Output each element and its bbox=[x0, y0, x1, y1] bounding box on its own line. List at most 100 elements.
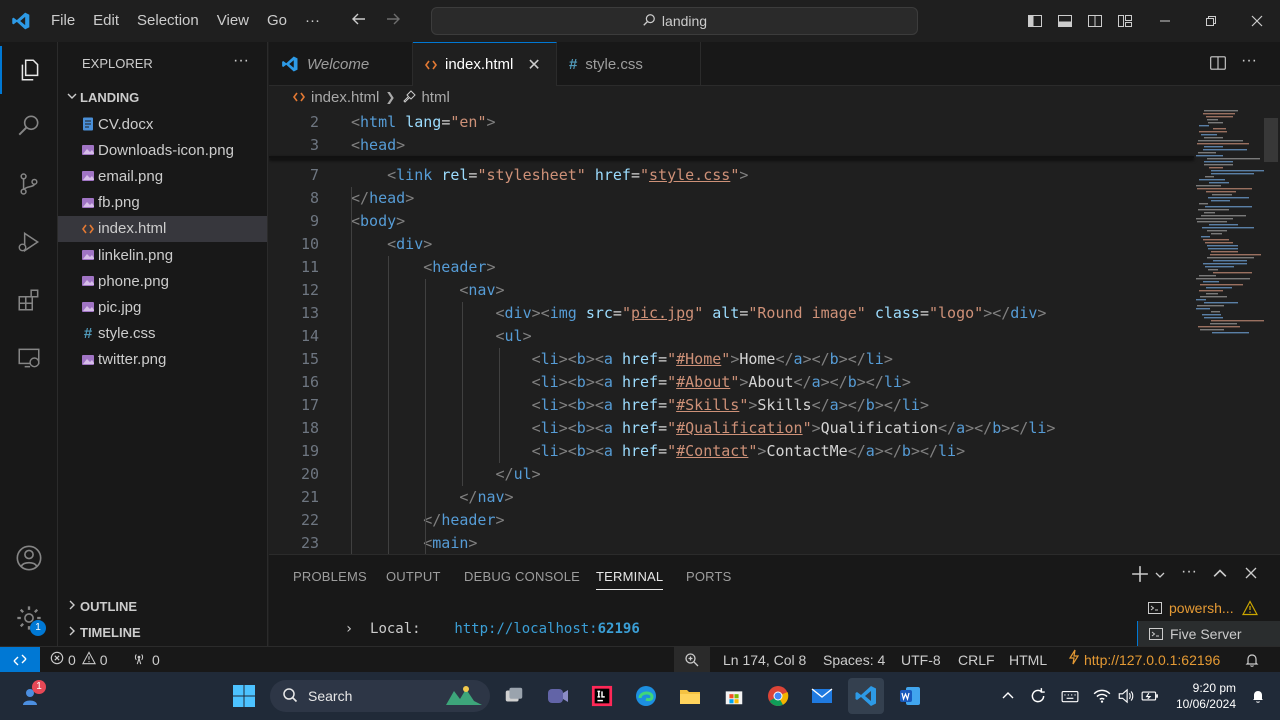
maximize-panel-icon[interactable] bbox=[1213, 567, 1227, 584]
remote-explorer-icon[interactable] bbox=[0, 334, 58, 382]
mail-icon[interactable] bbox=[804, 678, 840, 714]
vertical-scrollbar[interactable] bbox=[1264, 118, 1278, 162]
chrome-icon[interactable] bbox=[760, 678, 796, 714]
intellij-icon[interactable] bbox=[584, 678, 620, 714]
customize-layout-icon[interactable] bbox=[1110, 6, 1140, 36]
indentation[interactable]: Spaces: 4 bbox=[823, 647, 885, 673]
command-center-search[interactable]: landing bbox=[431, 7, 918, 35]
edge-browser-icon[interactable] bbox=[628, 678, 664, 714]
encoding[interactable]: UTF-8 bbox=[901, 647, 941, 673]
file-item[interactable]: email.png bbox=[58, 163, 267, 189]
code-line[interactable]: 7 <link rel="stylesheet" href="style.css… bbox=[269, 164, 1194, 187]
code-line[interactable]: 18 <li><b><a href="#Qualification">Quali… bbox=[269, 417, 1194, 440]
terminal-instance-five-server[interactable]: Five Server bbox=[1137, 621, 1280, 646]
breadcrumb-element[interactable]: html bbox=[421, 89, 449, 106]
word-icon[interactable] bbox=[892, 678, 928, 714]
system-clock[interactable]: 9:20 pm 10/06/2024 bbox=[1176, 680, 1236, 712]
timeline-section[interactable]: TIMELINE bbox=[58, 620, 268, 644]
code-line[interactable]: 2 <html lang="en"> bbox=[269, 111, 1194, 134]
panel-tab-problems[interactable]: PROBLEMS bbox=[293, 569, 367, 584]
file-item[interactable]: phone.png bbox=[58, 268, 267, 294]
panel-tab-ports[interactable]: PORTS bbox=[686, 569, 732, 584]
panel-tab-output[interactable]: OUTPUT bbox=[386, 569, 441, 584]
code-editor[interactable]: 2 <html lang="en"> 3 <head> 7 <link rel="sty… bbox=[269, 108, 1280, 554]
file-item[interactable]: pic.jpg bbox=[58, 294, 267, 320]
problems-status[interactable]: 0 0 bbox=[50, 647, 108, 673]
run-debug-icon[interactable] bbox=[0, 218, 58, 266]
line-ending[interactable]: CRLF bbox=[958, 647, 995, 673]
panel-tab-terminal[interactable]: TERMINAL bbox=[596, 569, 664, 590]
zoom-icon[interactable] bbox=[674, 647, 710, 673]
explorer-icon[interactable] bbox=[0, 46, 58, 94]
file-item[interactable]: Downloads-icon.png bbox=[58, 137, 267, 163]
account-icon[interactable] bbox=[0, 534, 58, 582]
code-line[interactable]: 23 <main> bbox=[269, 532, 1194, 554]
close-window-icon[interactable] bbox=[1242, 6, 1272, 36]
code-line[interactable]: 8 </head> bbox=[269, 187, 1194, 210]
breadcrumb-file[interactable]: index.html bbox=[311, 89, 379, 106]
windows-start-icon[interactable] bbox=[226, 678, 262, 714]
menu-selection[interactable]: Selection bbox=[128, 0, 208, 42]
file-item[interactable]: twitter.png bbox=[58, 347, 267, 373]
sync-icon[interactable] bbox=[1020, 678, 1056, 714]
extensions-icon[interactable] bbox=[0, 276, 58, 324]
minimize-icon[interactable] bbox=[1150, 6, 1180, 36]
weather-widget-icon[interactable]: 1 bbox=[12, 678, 48, 714]
code-line[interactable]: 14 <ul> bbox=[269, 325, 1194, 348]
back-arrow-icon[interactable] bbox=[351, 11, 367, 32]
terminal-instance-powershell[interactable]: powersh... bbox=[1137, 595, 1280, 620]
vscode-taskbar-icon[interactable] bbox=[848, 678, 884, 714]
battery-icon[interactable] bbox=[1132, 678, 1168, 714]
code-line[interactable]: 11 <header> bbox=[269, 256, 1194, 279]
code-line[interactable]: 17 <li><b><a href="#Skills">Skills</a></… bbox=[269, 394, 1194, 417]
code-line[interactable]: 15 <li><b><a href="#Home">Home</a></b></… bbox=[269, 348, 1194, 371]
tab-index-html[interactable]: index.html ✕ bbox=[413, 42, 557, 86]
file-item[interactable]: CV.docx bbox=[58, 111, 267, 137]
five-server-status[interactable]: http://127.0.0.1:62196 bbox=[1068, 647, 1220, 673]
manage-gear-icon[interactable]: 1 bbox=[0, 594, 58, 642]
menu-file[interactable]: File bbox=[42, 0, 84, 42]
menu-more-button[interactable]: ··· bbox=[296, 0, 329, 42]
file-explorer-icon[interactable] bbox=[672, 678, 708, 714]
menu-edit[interactable]: Edit bbox=[84, 0, 128, 42]
notification-bell-icon[interactable] bbox=[1240, 678, 1276, 714]
panel-tab-debug-console[interactable]: DEBUG CONSOLE bbox=[464, 569, 580, 584]
taskbar-search[interactable]: Search bbox=[270, 680, 490, 712]
explorer-more-button[interactable]: ··· bbox=[233, 52, 249, 70]
search-icon[interactable] bbox=[0, 102, 58, 150]
task-view-icon[interactable] bbox=[496, 678, 532, 714]
code-line[interactable]: 9 <body> bbox=[269, 210, 1194, 233]
microsoft-store-icon[interactable] bbox=[716, 678, 752, 714]
code-line[interactable]: 16 <li><b><a href="#About">About</a></b>… bbox=[269, 371, 1194, 394]
new-terminal-plus-icon[interactable] bbox=[1131, 565, 1149, 586]
toggle-panel-icon[interactable] bbox=[1050, 6, 1080, 36]
tab-welcome[interactable]: Welcome bbox=[269, 42, 413, 86]
keyboard-icon[interactable] bbox=[1052, 678, 1088, 714]
code-line[interactable]: 13 <div><img src="pic.jpg" alt="Round im… bbox=[269, 302, 1194, 325]
folder-landing[interactable]: LANDING bbox=[58, 85, 268, 109]
split-editor-icon[interactable] bbox=[1209, 54, 1227, 75]
editor-more-button[interactable]: ··· bbox=[1241, 52, 1257, 70]
menu-go[interactable]: Go bbox=[258, 0, 296, 42]
code-line[interactable]: 20 </ul> bbox=[269, 463, 1194, 486]
remote-indicator-icon[interactable] bbox=[0, 646, 40, 673]
forward-arrow-icon[interactable] bbox=[385, 11, 401, 32]
panel-more-button[interactable]: ··· bbox=[1181, 563, 1197, 581]
notifications-bell-icon[interactable] bbox=[1244, 647, 1260, 673]
code-line[interactable]: 19 <li><b><a href="#Contact">ContactMe</… bbox=[269, 440, 1194, 463]
menu-view[interactable]: View bbox=[208, 0, 258, 42]
close-panel-icon[interactable] bbox=[1245, 567, 1257, 582]
code-line[interactable]: 3 <head> bbox=[269, 134, 1194, 157]
code-line[interactable]: 12 <nav> bbox=[269, 279, 1194, 302]
terminal-localhost-link[interactable]: http://localhost:62196 bbox=[454, 621, 639, 637]
teams-meet-icon[interactable] bbox=[540, 678, 576, 714]
chevron-down-icon[interactable] bbox=[1155, 568, 1165, 583]
file-item[interactable]: fb.png bbox=[58, 190, 267, 216]
file-item[interactable]: # style.css bbox=[58, 321, 267, 347]
outline-section[interactable]: OUTLINE bbox=[58, 594, 268, 618]
file-item[interactable]: index.html bbox=[58, 215, 267, 242]
restore-icon[interactable] bbox=[1196, 6, 1226, 36]
source-control-icon[interactable] bbox=[0, 160, 58, 208]
code-line[interactable]: 10 <div> bbox=[269, 233, 1194, 256]
code-line[interactable]: 22 </header> bbox=[269, 509, 1194, 532]
